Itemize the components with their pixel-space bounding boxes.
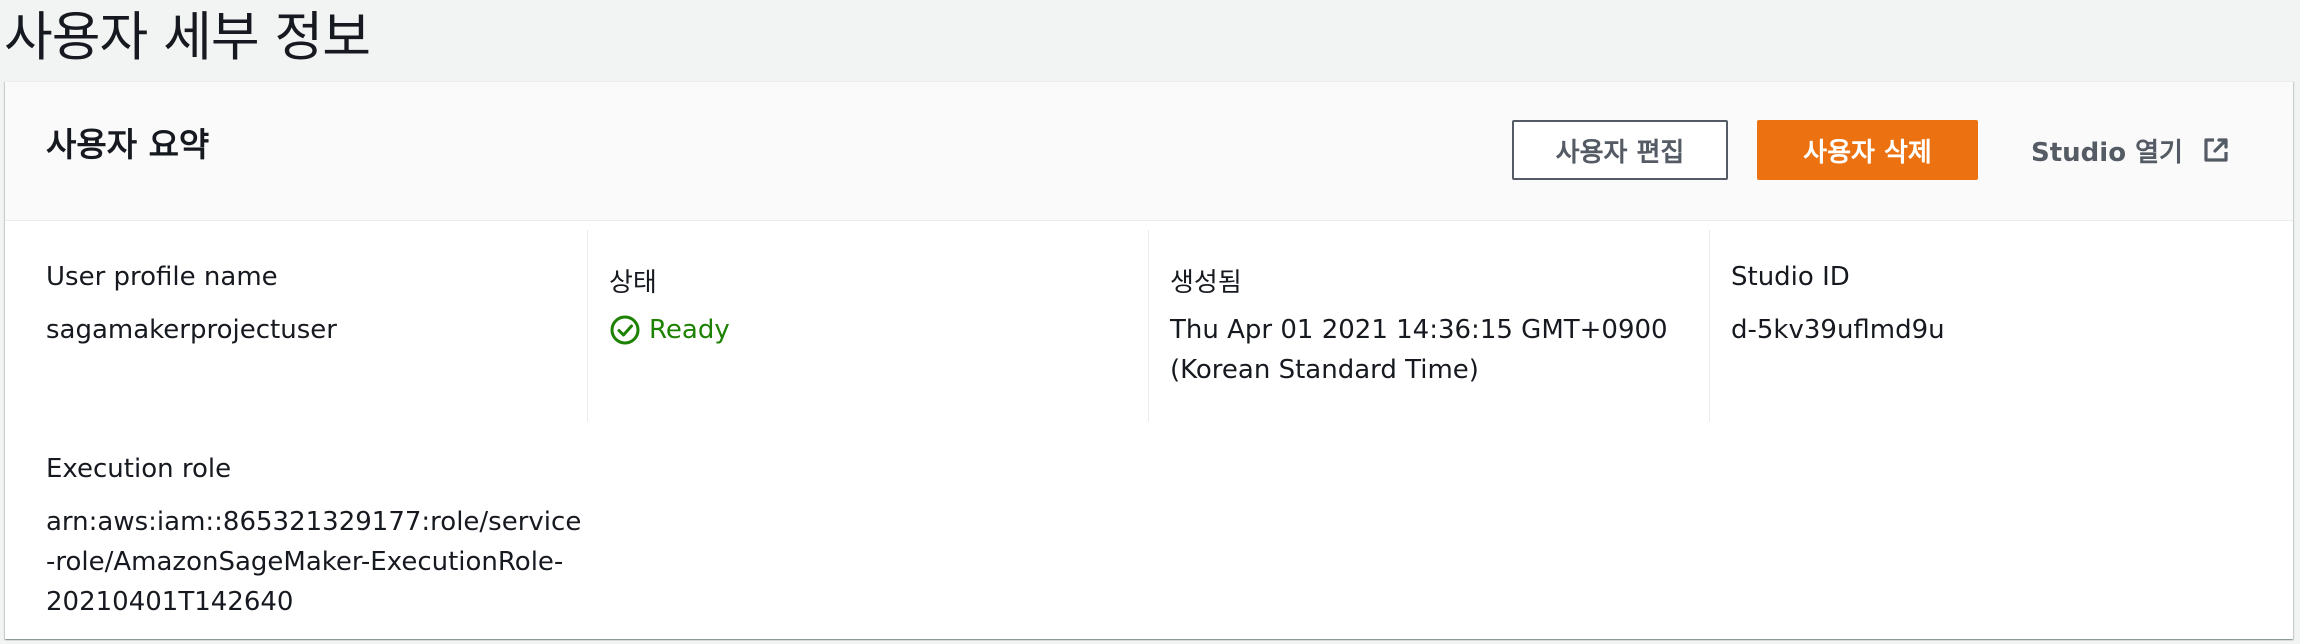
execution-role-line2: -role/AmazonSageMaker-ExecutionRole- [46, 547, 564, 577]
edit-user-button-label: 사용자 편집 [1555, 137, 1685, 168]
summary-title: 사용자 요약 [46, 125, 210, 164]
container-header: 사용자 요약 사용자 편집 사용자 삭제 Studio 열기 [5, 82, 2293, 221]
user-summary-container: 사용자 요약 사용자 편집 사용자 삭제 Studio 열기 User prof… [5, 81, 2293, 639]
status-text: Ready [649, 315, 730, 345]
profile-name-value: sagamakerprojectuser [46, 315, 337, 345]
execution-role-value: arn:aws:iam::865321329177:role/service -… [46, 502, 586, 622]
execution-role-label: Execution role [46, 454, 232, 484]
delete-user-button-label: 사용자 삭제 [1803, 137, 1932, 168]
created-value-line2: (Korean Standard Time) [1170, 355, 1479, 385]
studio-id-column: Studio ID d-5kv39uflmd9u [1709, 230, 2294, 422]
page-title: 사용자 세부 정보 [4, 7, 371, 68]
delete-user-button[interactable]: 사용자 삭제 [1757, 120, 1978, 180]
execution-role-line1: arn:aws:iam::865321329177:role/service [46, 507, 582, 537]
execution-role-line3: 20210401T142640 [46, 587, 294, 617]
edit-user-button[interactable]: 사용자 편집 [1512, 120, 1728, 180]
status-value: Ready [609, 310, 730, 350]
studio-id-value: d-5kv39uflmd9u [1731, 315, 1945, 345]
status-column: 상태 Ready [587, 230, 1149, 422]
created-label: 생성됨 [1170, 268, 1242, 298]
execution-role-section: Execution role arn:aws:iam::865321329177… [5, 422, 587, 622]
created-column: 생성됨 Thu Apr 01 2021 14:36:15 GMT+0900 (K… [1148, 230, 1710, 422]
studio-id-label: Studio ID [1731, 262, 1850, 292]
profile-name-label: User profile name [46, 262, 278, 292]
profile-name-column: User profile name sagamakerprojectuser [5, 230, 587, 422]
open-studio-button[interactable]: Studio 열기 [2005, 120, 2235, 180]
external-link-icon [2201, 135, 2231, 165]
check-circle-icon [609, 314, 641, 346]
open-studio-button-label: Studio 열기 [2031, 137, 2183, 168]
created-value: Thu Apr 01 2021 14:36:15 GMT+0900 (Korea… [1170, 310, 1668, 390]
status-label: 상태 [609, 268, 657, 298]
created-value-line1: Thu Apr 01 2021 14:36:15 GMT+0900 [1170, 315, 1668, 345]
